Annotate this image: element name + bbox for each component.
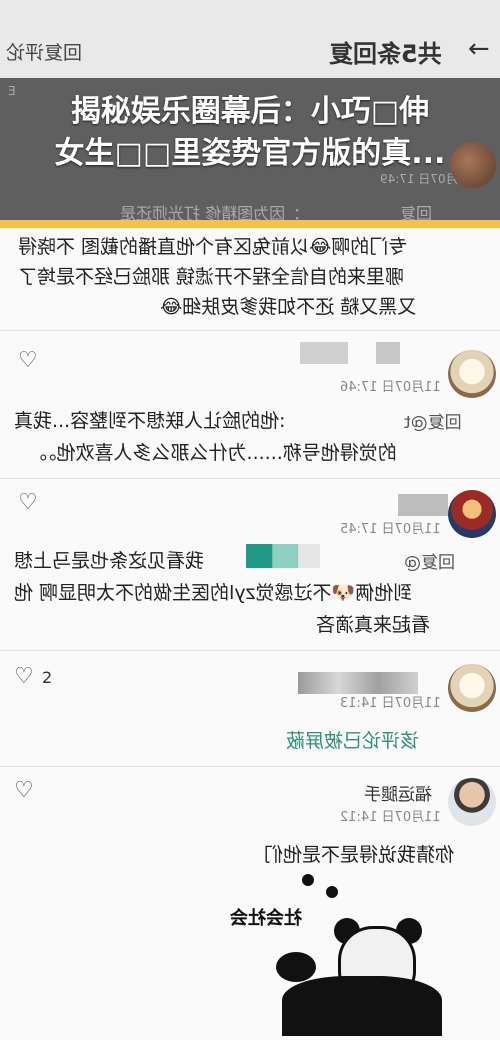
avatar[interactable] <box>448 490 496 538</box>
comment2-line1: :他的脸让人联想不到整容...我真 <box>14 410 286 432</box>
comment2-time: 11月07日 17:46 <box>340 380 441 395</box>
comment3-line2: 到他俩🐶不过感觉zyl的医生做的不太明显啊 他 <box>14 582 413 604</box>
heart-icon[interactable]: ♡ <box>14 666 36 688</box>
sticker-body <box>282 976 442 1036</box>
title-overlay: E 11月07日 17:49 回复 ：因为图精修 打光师还是 揭秘娱乐圈幕后：小… <box>0 78 500 224</box>
comment2-line2: 的觉得他号称......为什么那么多人喜欢他。。 <box>28 442 397 464</box>
username-blur <box>246 544 320 568</box>
heart-icon[interactable]: ♡ <box>18 492 40 514</box>
reply-comment-button[interactable]: 回复评论 <box>6 38 82 65</box>
comment3-line1: 我看见这条也是马上想 <box>14 550 205 572</box>
heart-icon[interactable]: ♡ <box>14 780 36 802</box>
sticker-caption: 社会社会 <box>230 908 302 929</box>
comment3-line3: 看起来真滴吝 <box>316 614 431 636</box>
yellow-divider <box>0 220 500 228</box>
arrow-icon[interactable]: → <box>468 34 490 64</box>
divider <box>0 766 500 767</box>
avatar[interactable] <box>448 350 496 398</box>
comment2-reply-link[interactable]: 回复@t <box>404 408 462 433</box>
comment3-time: 11月07日 17:45 <box>340 522 441 537</box>
article-title-line2: 女生□□里姿势官方版的真... <box>54 136 446 171</box>
avatar[interactable] <box>448 664 496 712</box>
like-count: 2 <box>42 668 53 687</box>
comment1-line2: 哪里来的自信全程不开滤镜 那脸已经不是垮了 <box>18 266 405 288</box>
sticker-drop <box>326 886 338 898</box>
comment-reply-screen: 回复评论 共5条回复 → E 11月07日 17:49 回复 ：因为图精修 打光… <box>0 0 500 1040</box>
divider <box>0 478 500 479</box>
divider <box>0 650 500 651</box>
reply-count-title: 共5条回复 <box>329 40 442 68</box>
comment4-blocked: 该评论已被屏蔽 <box>286 730 420 752</box>
comment1-line1: 专门的啊😂以前兔区有个他直播的截图 不晓得 <box>18 236 408 258</box>
heart-icon[interactable]: ♡ <box>18 350 40 372</box>
avatar[interactable] <box>448 778 496 826</box>
comment3-reply-link[interactable]: 回复@ <box>404 548 455 573</box>
comment5-username[interactable]: 福运腿手 <box>364 780 432 805</box>
comment4-time: 11月07日 14:13 <box>340 696 441 711</box>
username-blur <box>300 342 348 364</box>
username-blur <box>398 494 448 516</box>
comment5-time: 11月07日 14:12 <box>340 810 441 825</box>
top-bar: 回复评论 共5条回复 → <box>0 0 500 79</box>
sticker-arm <box>276 952 316 982</box>
panda-sticker-image: 社会社会 <box>230 856 450 1036</box>
article-title-line1: 揭秘娱乐圈幕后：小巧□伸 <box>70 94 430 129</box>
username-blur <box>376 342 400 364</box>
comment1-line3: 又黑又糙 还不如我爹皮肤细😂 <box>160 296 417 318</box>
username-blur <box>298 672 418 694</box>
divider <box>0 330 500 331</box>
sticker-drop <box>302 874 314 886</box>
